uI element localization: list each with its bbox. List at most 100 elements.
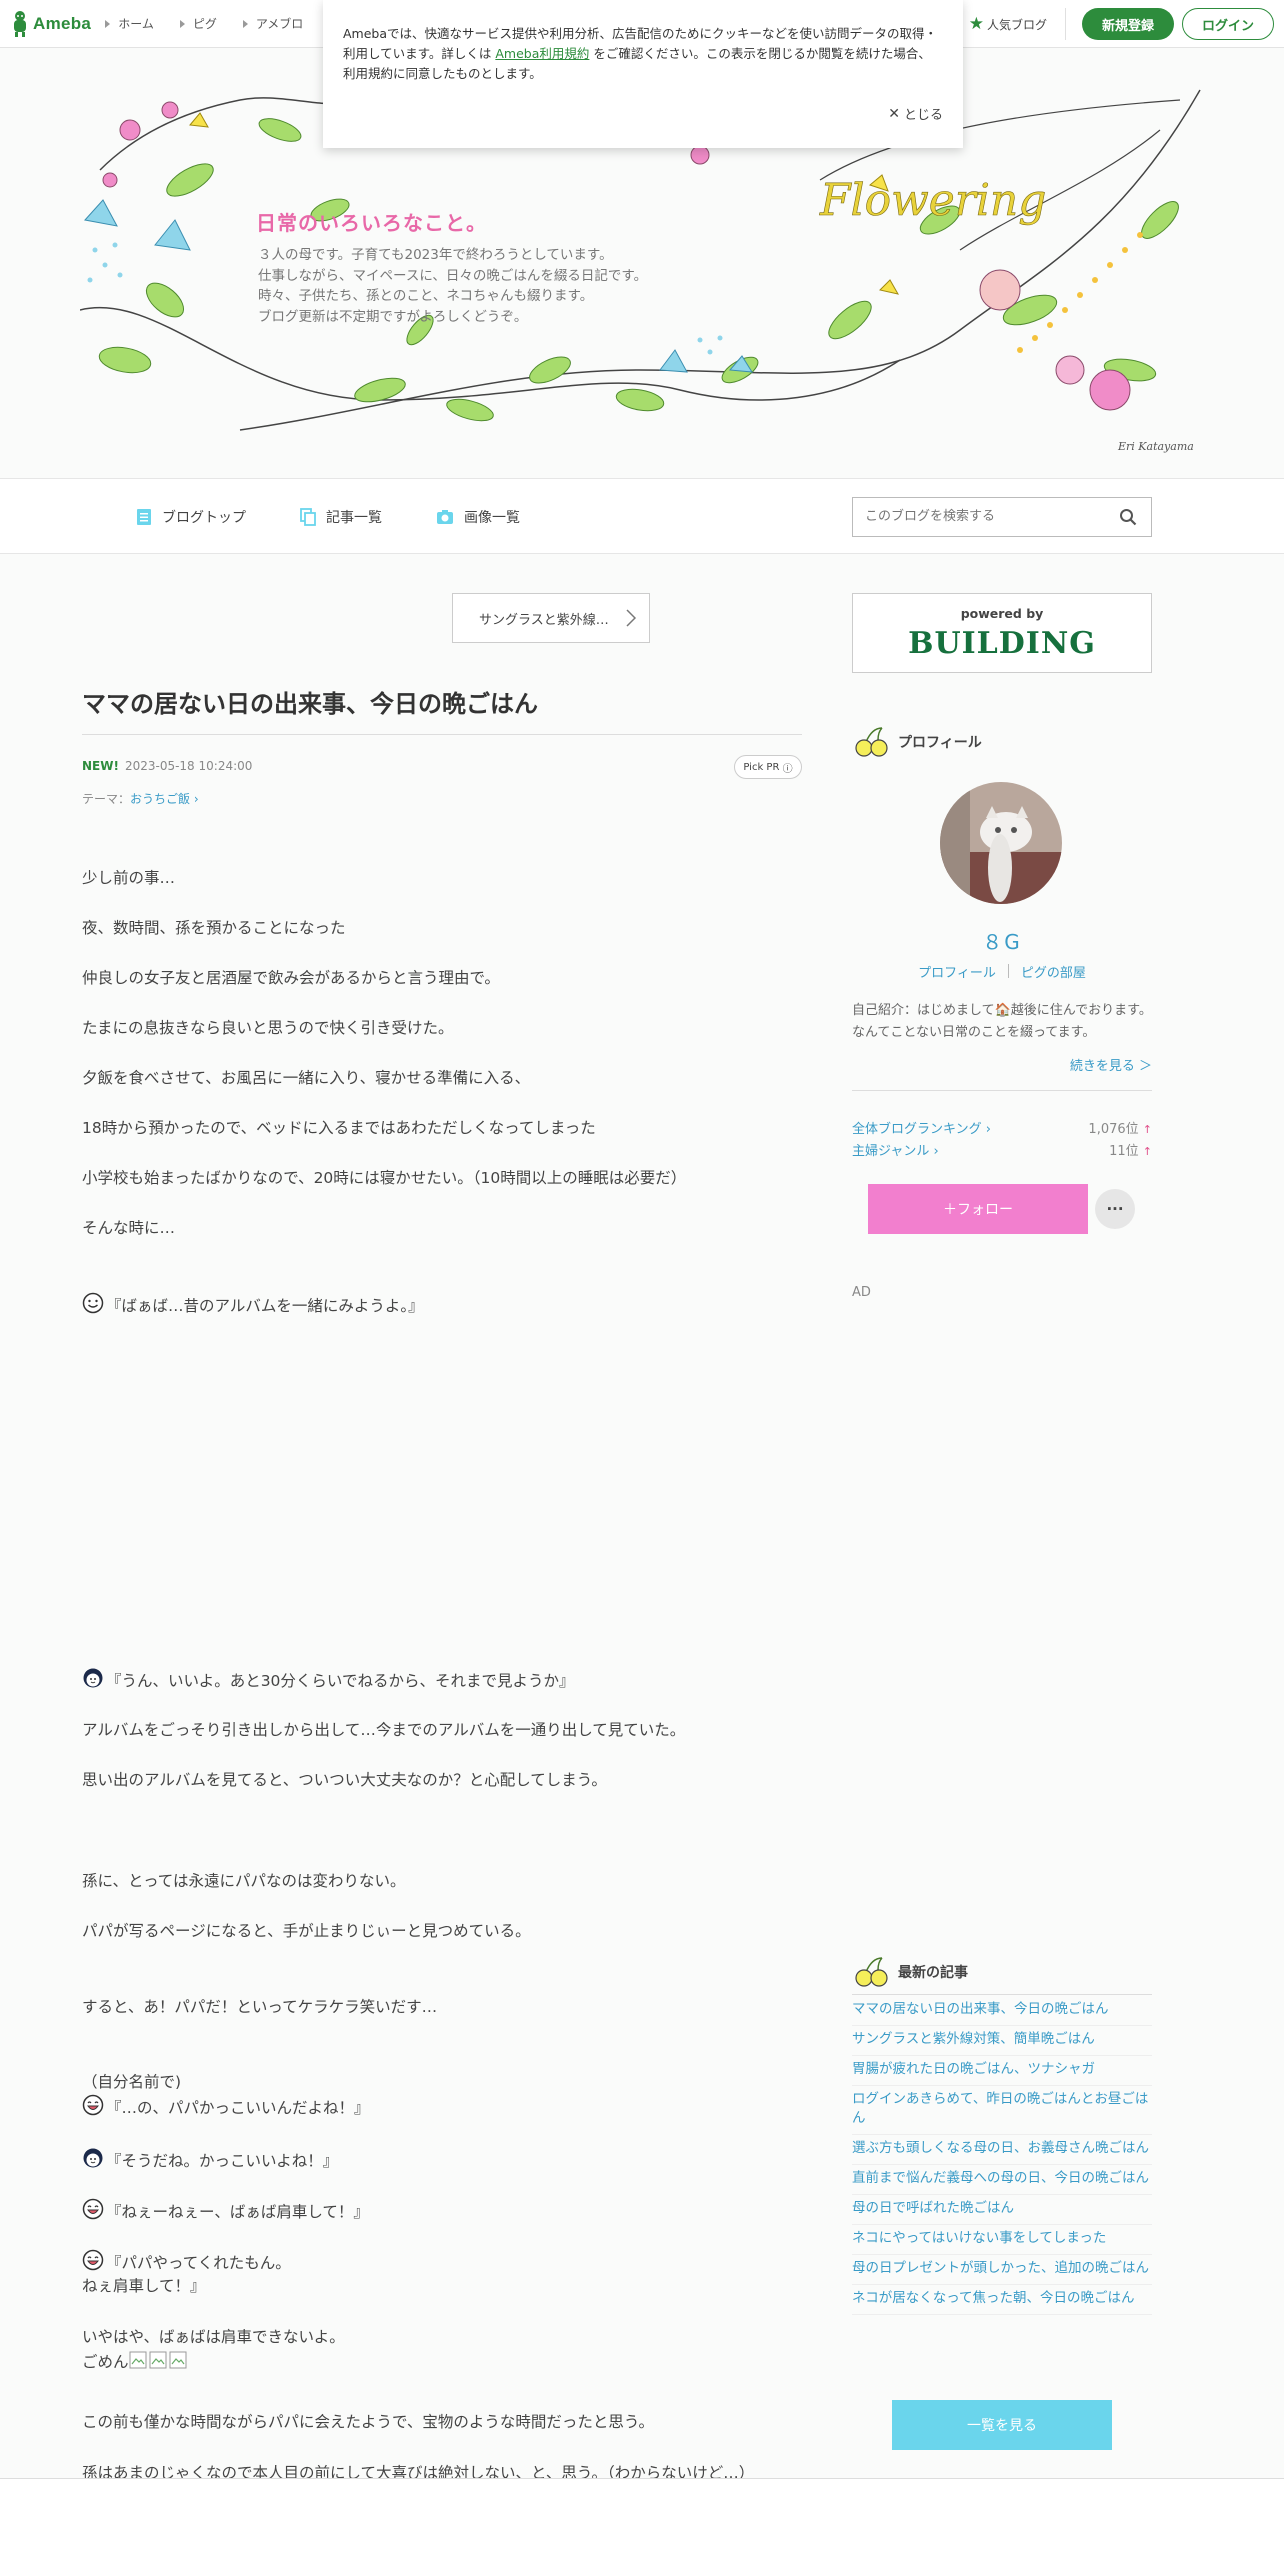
recent-article-link[interactable]: 母の日プレゼントが頭しかった、追加の晩ごはん [852,2255,1152,2285]
cookie-message: Amebaでは、快適なサービス提供や利用分析、広告配信のためにクッキーなどを使い… [343,24,943,84]
ranking-label: 主婦ジャンル [852,1144,930,1159]
previous-article-button[interactable]: サングラスと紫外線… [452,593,650,643]
cherry-icon [855,1957,888,1987]
pig-room-link[interactable]: ピグの部屋 [1021,962,1086,981]
article-paragraph: この前も僅かな時間ながらパパに会えたようで、宝物のような時間だったと思う。 [82,2413,654,2431]
recent-article-link[interactable]: ママの居ない日の出来事、今日の晩ごはん [852,1996,1152,2026]
sidebar-divider [852,1994,1152,1995]
triangle-right-icon [242,19,248,28]
article-date: 2023-05-18 10:24:00 [124,759,253,773]
follow-button[interactable]: ＋フォロー [868,1184,1088,1234]
profile-links: プロフィール ピグの部屋 [852,962,1152,981]
dialogue-text: 『そうだね。かっこいいよね！』 [106,2152,339,2170]
profile-avatar[interactable] [940,782,1062,904]
article-title[interactable]: ママの居ない日の出来事、今日の晩ごはん [82,684,538,719]
divider [1065,8,1066,40]
star-icon: ★ [968,14,984,34]
grandma-emoji-icon [83,1668,103,1688]
cookie-consent-dialog: Amebaでは、快適なサービス提供や利用分析、広告配信のためにクッキーなどを使い… [323,0,963,148]
article-paragraph: たまにの息抜きなら良いと思うので快く引き受けた。 [82,1019,454,1037]
building-ad-banner[interactable]: powered by BUILDING [852,593,1152,673]
profile-heading: プロフィール [852,726,982,758]
sidebar-divider [852,1090,1152,1091]
article-paragraph: 孫に、とっては永遠にパパなのは変わりない。 [82,1872,406,1890]
blog-nav-entries-label: 記事一覧 [326,510,382,526]
recent-article-link[interactable]: ネコが居なくなって焦った朝、今日の晩ごはん [852,2285,1152,2315]
ameba-logo[interactable]: Ameba [10,10,91,38]
gnav-ameblo-label: アメブロ [255,17,304,31]
article-paragraph: 『そうだね。かっこいいよね！』 [82,2147,338,2171]
broken-image-icon [129,2351,147,2369]
gnav-home[interactable]: ホーム [105,15,154,32]
article-paragraph: ねぇ肩車して！』 [82,2277,206,2295]
ameba-mascot-icon [14,10,26,37]
article-paragraph: （自分名前で) [82,2073,182,2091]
chevron-right-icon: › [981,1122,991,1137]
read-more-link[interactable]: 続きを見る ＞ [852,1055,1152,1074]
ranking-value-wrap: 11位 ↑ [1109,1140,1152,1159]
article-theme: テーマ：おうちご飯 › [82,790,199,807]
profile-nickname[interactable]: ８G [852,926,1152,955]
recent-article-link[interactable]: 選ぶ方も頭しくなる母の日、お義母さん晩ごはん [852,2135,1152,2165]
artist-signature: Eri Katayama [1118,440,1194,453]
profile-intro: 自己紹介：はじめまして🏠越後に住んでおります。 なんてことない日常のことを綴って… [852,1003,1152,1040]
article-paragraph: 『…の、パパかっこいいんだよね！』 [82,2094,370,2118]
chevron-right-icon: › [190,792,199,806]
triangle-right-icon [179,19,185,28]
blog-description-line: 仕事しながら、マイペースに、日々の晩ごはんを綴る日記です。 [258,267,648,284]
article-paragraph: 夜、数時間、孫を預かることになった [82,919,346,937]
article-paragraph: パパが写るページになると、手が止まりじぃーと見つめている。 [82,1922,531,1940]
ranking-overall[interactable]: 全体ブログランキング › 1,076位 ↑ [852,1118,1152,1137]
rank-up-arrow-icon: ↑ [1142,1145,1152,1158]
login-button[interactable]: ログイン [1182,8,1274,40]
title-divider [82,734,802,735]
blog-description-line: ブログ更新は不定期ですがよろしくどうぞ。 [258,308,528,325]
terms-link[interactable]: Ameba利用規約 [495,46,589,61]
blog-nav-top[interactable]: ブログトップ [136,507,246,527]
recent-articles-heading: 最新の記事 [852,1956,968,1988]
broken-image-icon [169,2351,187,2369]
pick-pr-button[interactable]: Pick PR ⓘ [734,755,802,779]
ranking-value: 1,076位 [1088,1122,1139,1137]
popular-blogs-link[interactable]: ★ 人気ブログ [969,14,1047,34]
gnav-ameblo[interactable]: アメブロ [242,15,304,32]
register-button[interactable]: 新規登録 [1082,8,1174,40]
blog-description-line: 時々、子供たち、孫とのこと、ネコちゃんも綴ります。 [258,288,594,304]
theme-link[interactable]: おうちご飯 [130,792,190,806]
more-options-button[interactable]: ··· [1095,1189,1135,1229]
ranking-genre[interactable]: 主婦ジャンル › 11位 ↑ [852,1140,1152,1159]
recent-article-link[interactable]: ログインあきらめて、昨日の晩ごはんとお昼ごはん [852,2086,1152,2135]
article-paragraph: 『ねぇーねぇー、ばぁば肩車して！』 [82,2198,369,2222]
grinning-emoji-icon [82,2249,104,2271]
blog-title[interactable]: 日常のいろいろなこと。 [256,207,487,236]
blog-nav-images[interactable]: 画像一覧 [436,507,520,527]
blog-search-input[interactable] [853,498,1093,534]
article-paragraph: 『パパやってくれたもん。 [82,2249,291,2273]
profile-link[interactable]: プロフィール [918,962,996,981]
see-all-articles-button[interactable]: 一覧を見る [892,2400,1112,2450]
gnav-pig[interactable]: ピグ [179,15,217,32]
article-paragraph: 夕飯を食べさせて、お風呂に一緒に入り、寝かせる準備に入る、 [82,1069,531,1087]
dialogue-text: 『ばぁば…昔のアルバムを一緒にみようよ。』 [106,1297,424,1315]
cherry-icon [855,727,888,757]
search-icon[interactable] [1119,508,1137,526]
recent-article-link[interactable]: ネコにやってはいけない事をしてしまった [852,2225,1152,2255]
grandma-emoji-icon [83,2148,103,2168]
blog-search [852,497,1152,537]
cookie-close-button[interactable]: ✕ とじる [888,104,943,124]
recent-article-link[interactable]: 母の日で呼ばれた晩ごはん [852,2195,1152,2225]
recent-article-link[interactable]: 胃腸が疲れた日の晩ごはん、ツナシャガ [852,2056,1152,2086]
popular-blogs-label: 人気ブログ [986,17,1047,32]
article-paragraph: 小学校も始まったばかりなので、20時には寝かせたい。（10時間以上の睡眠は必要だ… [82,1169,687,1187]
copy-icon [300,508,316,526]
blog-description: ３人の母です。子育ても2023年で終わろうとしています。 仕事しながら、マイペー… [258,245,647,327]
recent-article-link[interactable]: サングラスと紫外線対策、簡単晩ごはん [852,2026,1152,2056]
recent-heading-label: 最新の記事 [898,1965,968,1981]
broken-image-icon [149,2351,167,2369]
blog-nav-entries[interactable]: 記事一覧 [300,507,382,527]
recent-article-link[interactable]: 直前まで悩んだ義母への母の日、今日の晩ごはん [852,2165,1152,2195]
blog-description-line: ３人の母です。子育ても2023年で終わろうとしています。 [258,247,613,263]
triangle-right-icon [105,19,111,28]
info-icon: ⓘ [782,763,793,775]
chevron-right-icon: › [929,1144,939,1159]
